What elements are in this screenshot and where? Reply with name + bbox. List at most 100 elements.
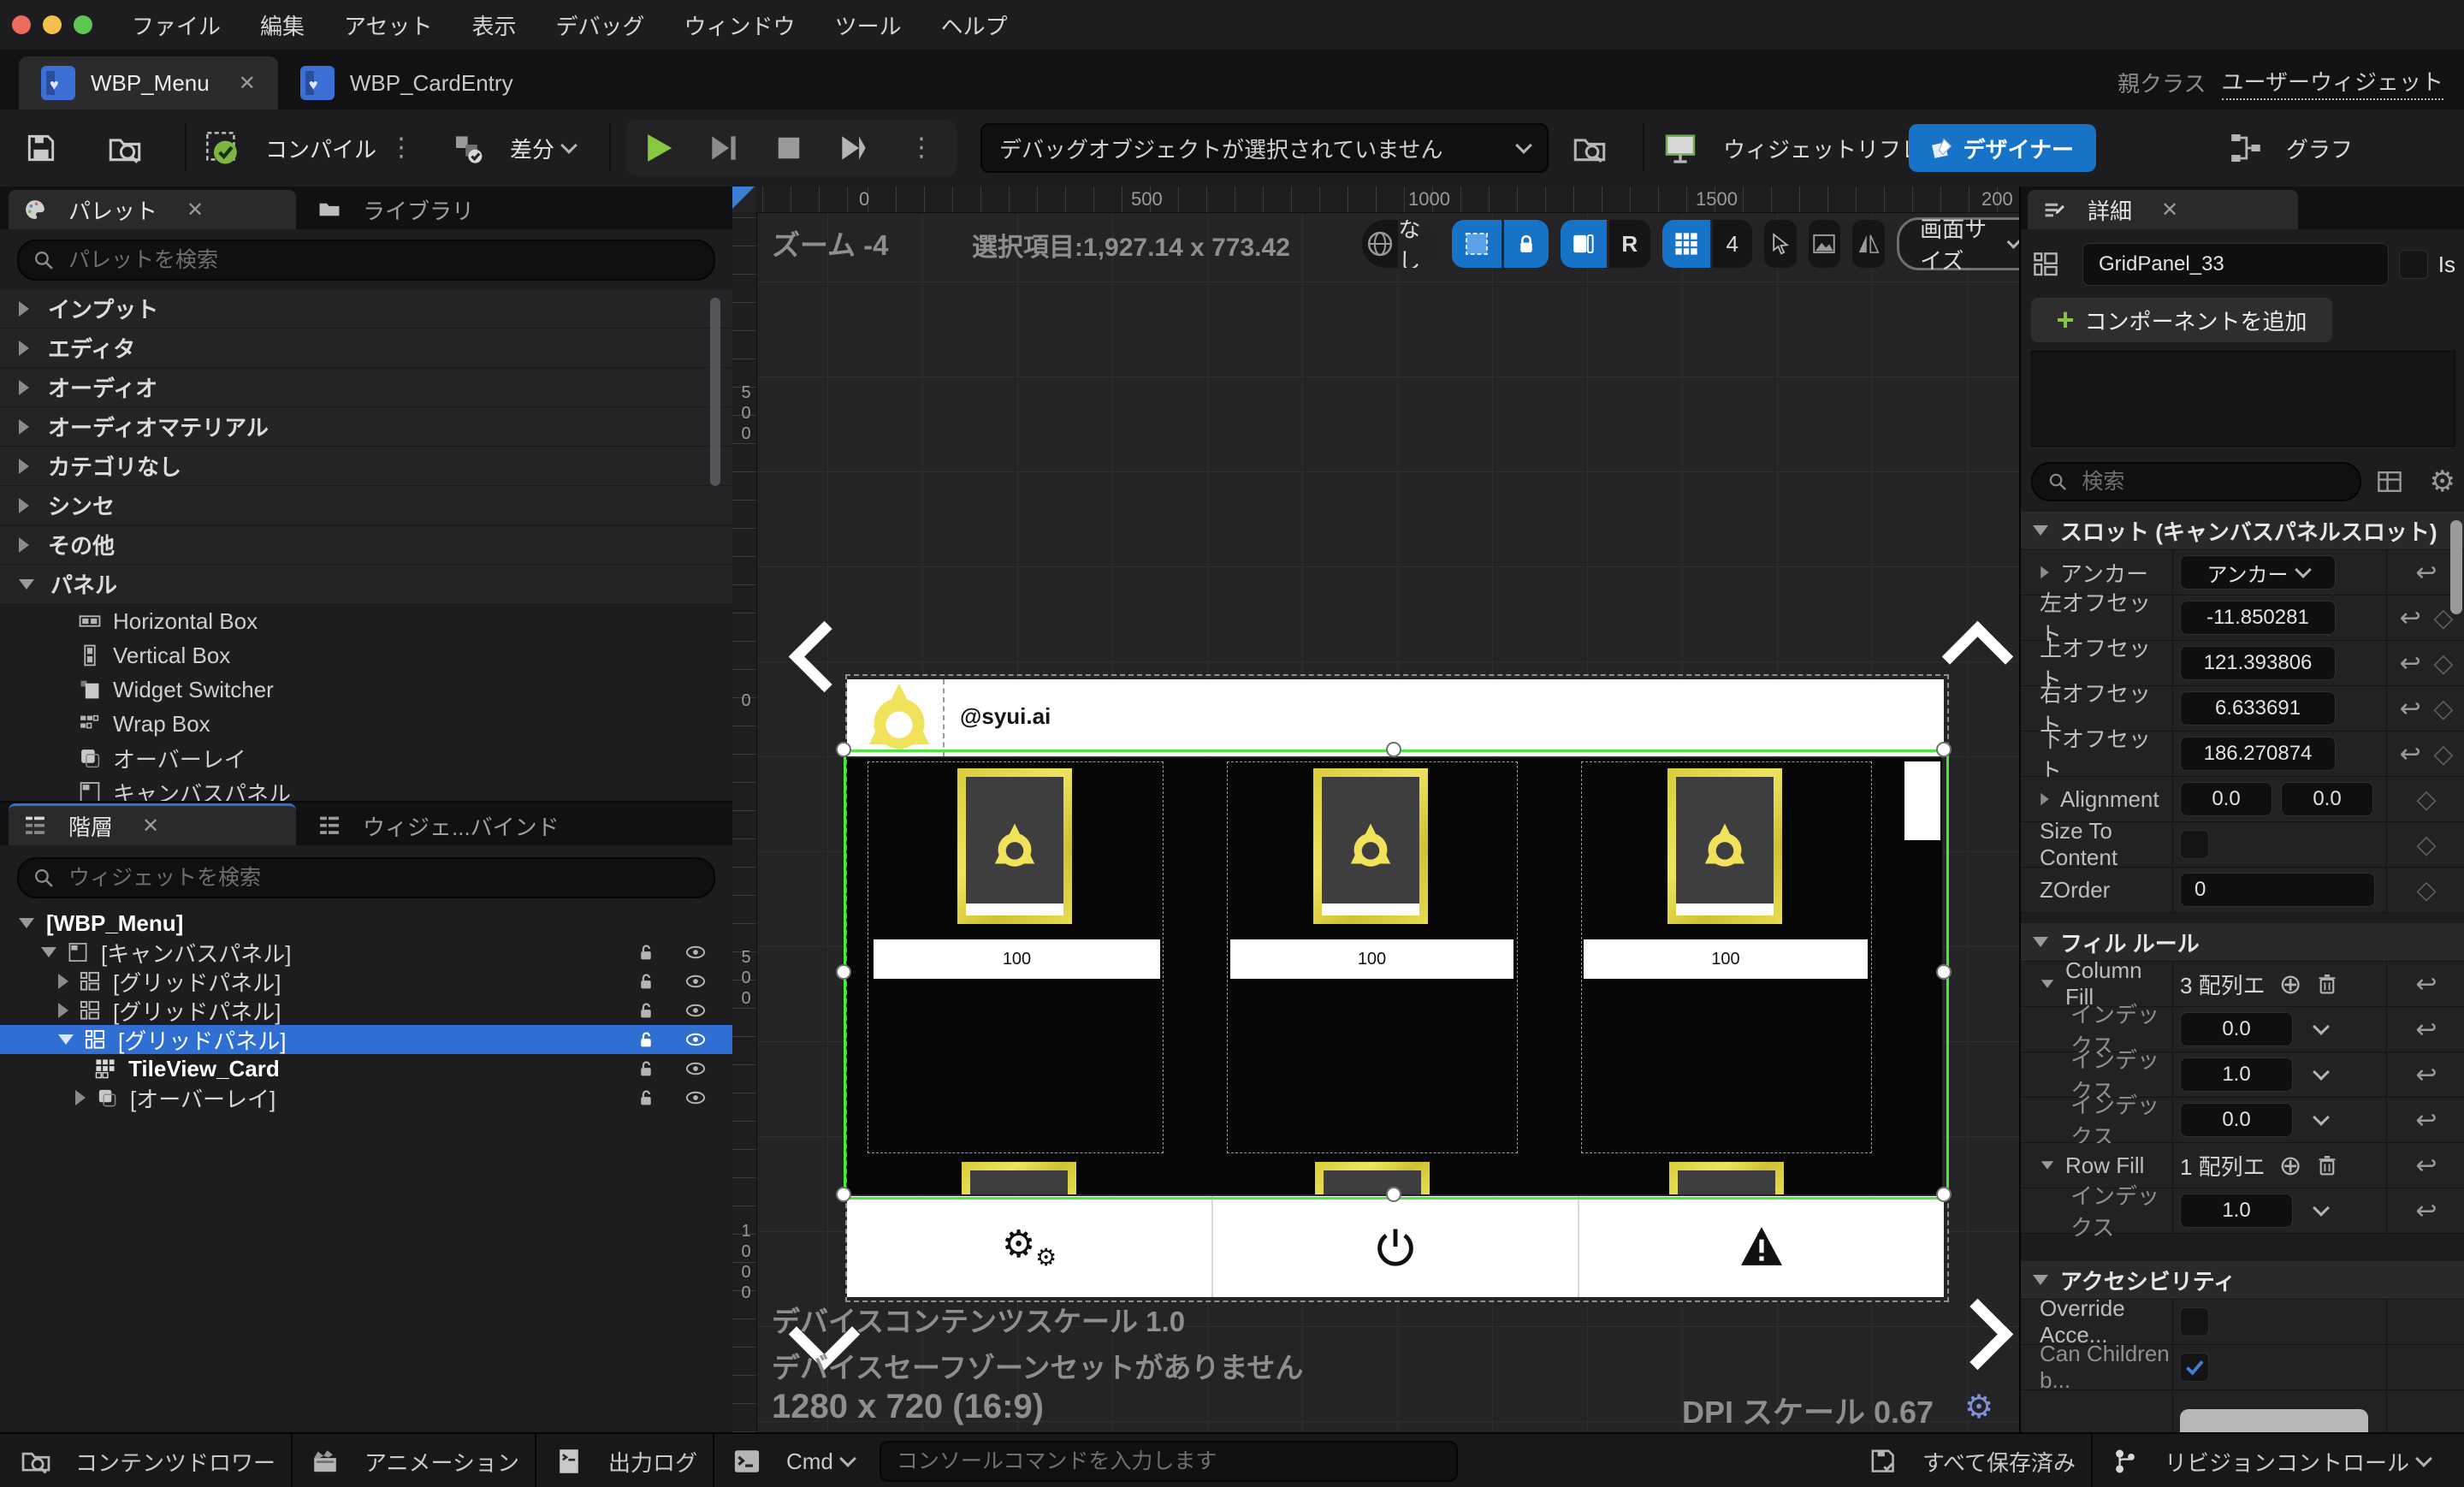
- tree-row-grid-panel-selected[interactable]: [グリッドパネル]: [0, 1025, 732, 1054]
- screen-size-dropdown[interactable]: 画面サイズ: [1897, 216, 2019, 274]
- console-command-input[interactable]: [894, 1448, 1442, 1475]
- delete-elements-icon[interactable]: [2316, 1154, 2338, 1176]
- accessible-behavior-dropdown[interactable]: [2180, 1409, 2368, 1432]
- column-index-field[interactable]: 1.0: [2180, 1057, 2293, 1092]
- browse-debug-icon[interactable]: [1571, 129, 1608, 167]
- play-options-icon[interactable]: ⋮: [909, 135, 934, 161]
- add-element-icon[interactable]: ⊕: [2279, 1149, 2302, 1182]
- bind-diamond-icon[interactable]: ◇: [2433, 694, 2453, 724]
- palette-category-synth[interactable]: シンセ: [0, 486, 732, 525]
- menu-view[interactable]: 表示: [472, 9, 517, 41]
- output-log-button[interactable]: 出力ログ: [608, 1446, 697, 1478]
- menu-help[interactable]: ヘルプ: [941, 9, 1008, 41]
- revert-icon[interactable]: ↩: [2415, 1060, 2437, 1090]
- details-search-input[interactable]: [2080, 468, 2346, 495]
- chevron-down-icon[interactable]: [2313, 1063, 2330, 1081]
- tab-wbp-cardentry[interactable]: WBP_CardEntry: [278, 56, 536, 110]
- flip-preview-icon[interactable]: [1852, 220, 1886, 268]
- play-icon[interactable]: [637, 126, 681, 170]
- resize-handle[interactable]: [1386, 742, 1401, 757]
- resize-handle[interactable]: [836, 742, 851, 757]
- offset-right-field[interactable]: 6.633691: [2180, 691, 2336, 726]
- resize-handle[interactable]: [1936, 964, 1952, 980]
- grid-snap-size[interactable]: 4: [1712, 220, 1752, 268]
- lock-icon[interactable]: [635, 999, 657, 1022]
- lock-icon[interactable]: [635, 1087, 657, 1109]
- respect-locks-toggle[interactable]: R: [1608, 220, 1650, 268]
- animation-button[interactable]: アニメーション: [364, 1446, 519, 1478]
- revert-icon[interactable]: ↩: [2415, 558, 2437, 588]
- tab-widget-bind[interactable]: ウィジェ...バインド: [303, 806, 575, 845]
- delete-elements-icon[interactable]: [2316, 973, 2338, 995]
- parent-class-link[interactable]: ユーザーウィジェット: [2221, 65, 2443, 100]
- compile-button[interactable]: コンパイル: [265, 133, 376, 164]
- palette-item-overlay[interactable]: オーバーレイ: [0, 741, 732, 775]
- lock-icon[interactable]: [635, 1057, 657, 1080]
- property-matrix-icon[interactable]: [2375, 467, 2404, 496]
- bind-diamond-icon[interactable]: ◇: [2416, 875, 2436, 905]
- chevron-down-icon[interactable]: [2313, 1109, 2330, 1126]
- cursor-tool-icon[interactable]: [1763, 220, 1797, 268]
- cmd-dropdown[interactable]: Cmd: [786, 1448, 833, 1475]
- visibility-eye-icon[interactable]: [684, 1057, 707, 1080]
- menu-debug[interactable]: デバッグ: [556, 9, 645, 41]
- outline-widgets-toggle[interactable]: [1560, 220, 1607, 268]
- add-element-icon[interactable]: ⊕: [2279, 968, 2302, 1000]
- flag-none-button[interactable]: なし: [1398, 220, 1440, 268]
- palette-category-audio-material[interactable]: オーディオマテリアル: [0, 407, 732, 447]
- tab-wbp-menu[interactable]: WBP_Menu ✕: [19, 56, 278, 110]
- revert-icon[interactable]: ↩: [2400, 694, 2421, 724]
- hierarchy-search-input[interactable]: [67, 864, 671, 892]
- palette-item-vertical-box[interactable]: Vertical Box: [0, 638, 732, 672]
- details-scrollbar[interactable]: [2450, 520, 2462, 614]
- palette-item-wrap-box[interactable]: Wrap Box: [0, 707, 732, 741]
- visibility-eye-icon[interactable]: [684, 999, 707, 1022]
- resize-handle[interactable]: [836, 964, 851, 980]
- graph-mode-button[interactable]: グラフ: [2226, 128, 2353, 168]
- browse-to-asset-icon[interactable]: [106, 129, 144, 167]
- marquee-select-toggle[interactable]: [1451, 220, 1502, 268]
- details-search[interactable]: [2031, 462, 2361, 501]
- bind-diamond-icon[interactable]: ◇: [2416, 785, 2436, 815]
- chevron-down-icon[interactable]: [2313, 1200, 2330, 1217]
- revert-icon[interactable]: ↩: [2415, 969, 2437, 999]
- tree-row-canvas-panel[interactable]: [キャンバスパネル]: [0, 938, 732, 967]
- can-children-checkbox[interactable]: [2180, 1353, 2209, 1382]
- resize-handle[interactable]: [1936, 742, 1952, 757]
- save-all-status[interactable]: すべて保存済み: [1922, 1446, 2076, 1478]
- palette-category-other[interactable]: その他: [0, 525, 732, 565]
- menu-edit[interactable]: 編集: [260, 9, 305, 41]
- tab-details[interactable]: 詳細 ✕: [2028, 190, 2298, 229]
- chevron-down-icon[interactable]: [2313, 1018, 2330, 1035]
- column-index-field[interactable]: 0.0: [2180, 1103, 2293, 1137]
- compile-options-icon[interactable]: ⋮: [388, 135, 414, 161]
- close-icon[interactable]: ✕: [239, 71, 256, 96]
- preview-background-icon[interactable]: [1808, 220, 1841, 268]
- canvas-corner-handle[interactable]: [1941, 1298, 2014, 1371]
- palette-item-horizontal-box[interactable]: Horizontal Box: [0, 604, 732, 638]
- revision-control-dropdown[interactable]: リビジョンコントロール: [2165, 1446, 2409, 1478]
- canvas-corner-handle[interactable]: [1941, 620, 2014, 693]
- palette-search[interactable]: [17, 240, 715, 281]
- slot-section-header[interactable]: スロット (キャンバスパネルスロット): [2021, 512, 2464, 550]
- designer-viewport[interactable]: 0 500 1000 1500 200 500 0 500 1000 ズーム -…: [732, 187, 2019, 1432]
- revert-icon[interactable]: ↩: [2400, 739, 2421, 769]
- console-command[interactable]: [879, 1441, 1458, 1482]
- fill-rules-section-header[interactable]: フィル ルール: [2021, 923, 2464, 962]
- offset-top-field[interactable]: 121.393806: [2180, 646, 2336, 680]
- localization-preview-icon[interactable]: [1362, 220, 1399, 268]
- revert-icon[interactable]: ↩: [2415, 1015, 2437, 1045]
- content-drawer-button[interactable]: コンテンツドロワー: [75, 1446, 275, 1478]
- tree-row-grid-panel-2[interactable]: [グリッドパネル]: [0, 996, 732, 1025]
- frame-skip-icon[interactable]: [702, 126, 746, 170]
- alignment-x-field[interactable]: 0.0: [2180, 782, 2272, 816]
- lock-icon[interactable]: [635, 970, 657, 992]
- save-icon[interactable]: [22, 129, 60, 167]
- alignment-y-field[interactable]: 0.0: [2281, 782, 2373, 816]
- menu-asset[interactable]: アセット: [344, 9, 432, 41]
- bind-diamond-icon[interactable]: ◇: [2416, 830, 2436, 860]
- palette-category-panel[interactable]: パネル: [0, 565, 732, 604]
- revert-icon[interactable]: ↩: [2415, 1151, 2437, 1181]
- tree-row-grid-panel-1[interactable]: [グリッドパネル]: [0, 967, 732, 996]
- visibility-eye-icon[interactable]: [684, 970, 707, 992]
